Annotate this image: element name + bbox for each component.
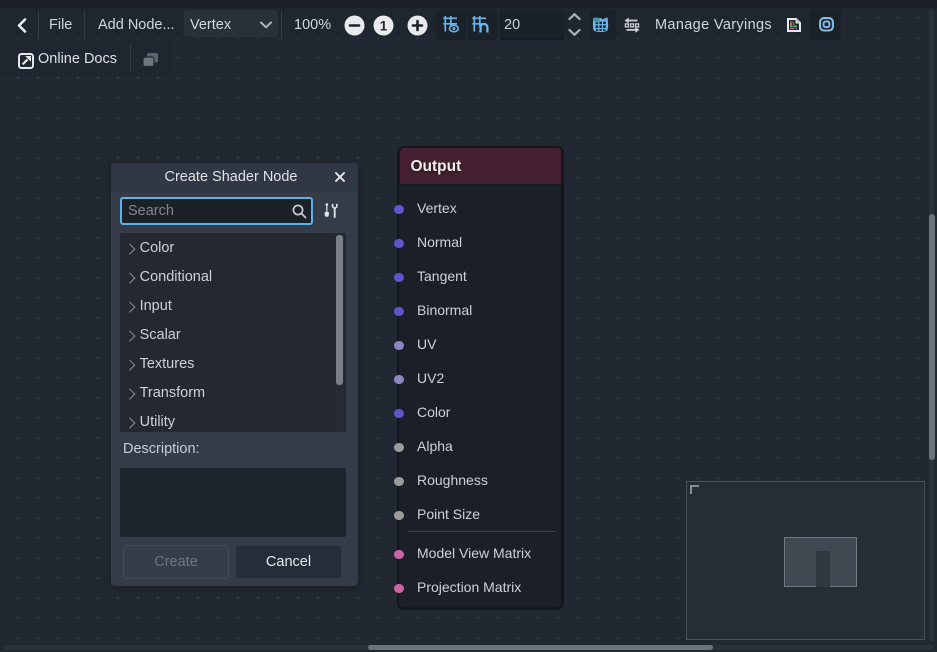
svg-text:1: 1: [380, 18, 388, 33]
